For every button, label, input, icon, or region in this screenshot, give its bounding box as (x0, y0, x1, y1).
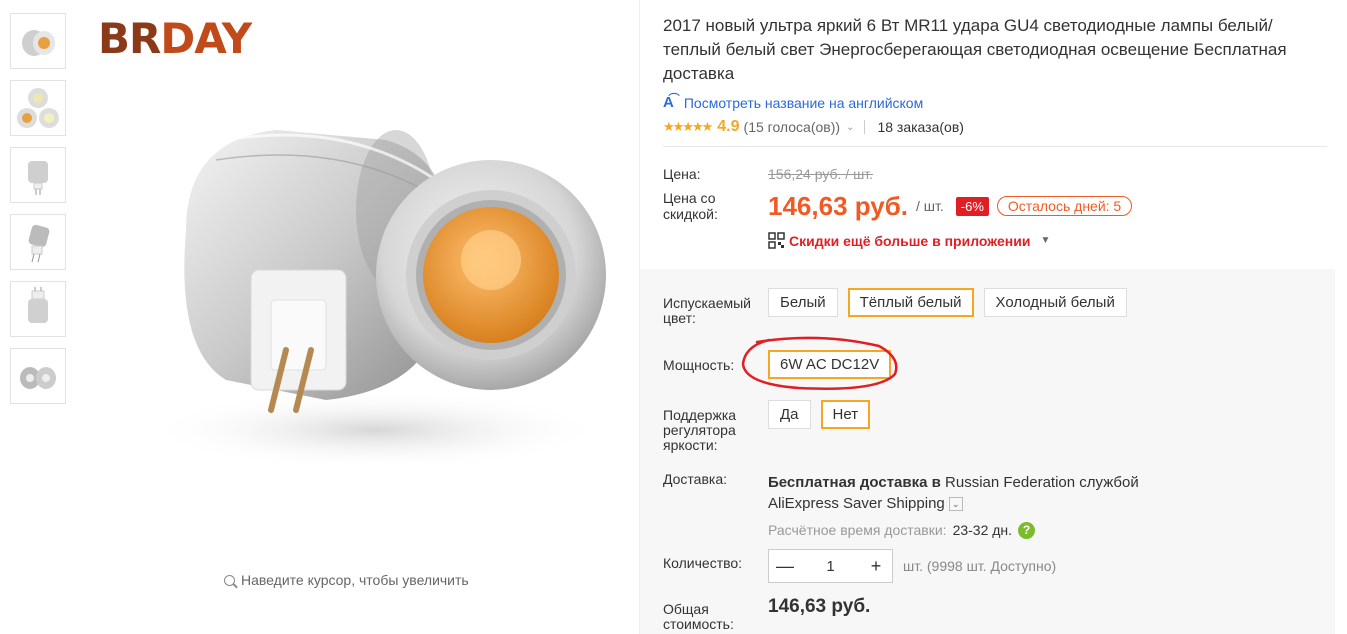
chevron-down-icon[interactable]: ⌄ (948, 497, 963, 512)
total-label: Общая стоимость: (663, 601, 734, 632)
decrement-button[interactable]: — (769, 557, 801, 575)
dimmer-option-yes[interactable]: Да (768, 400, 811, 429)
led-lamp-image (146, 130, 606, 470)
divider (864, 120, 866, 134)
lamp-angle-thumbnail-image (28, 224, 50, 263)
chevron-down-icon[interactable]: ⌄ (846, 122, 854, 133)
color-option-white[interactable]: Белый (768, 288, 838, 317)
votes-link[interactable]: (15 голоса(ов)) (744, 119, 841, 135)
divider (663, 146, 1327, 147)
shipping-description: Бесплатная доставка в Russian Federation… (768, 474, 1139, 491)
product-info: 2017 новый ультра яркий 6 Вт MR11 удара … (640, 14, 1335, 634)
quantity-input[interactable] (801, 557, 860, 575)
thumbnail-3[interactable] (10, 147, 66, 203)
quantity-row: Количество: — + шт. (9998 шт. Доступно) (663, 549, 1313, 583)
main-product-image[interactable]: BRDAY Наведите курсор, чтобы увеличить (76, 0, 640, 634)
quantity-label: Количество: (663, 555, 743, 571)
app-promo[interactable]: Скидки ещё больше в приложении ▼ (768, 232, 1335, 249)
orders-count: 18 заказа(ов) (877, 119, 964, 135)
thumbnail-list (10, 13, 68, 415)
color-label: Испускаемый цвет: (663, 295, 751, 326)
shipping-service[interactable]: AliExpress Saver Shipping ⌄ (768, 493, 1188, 514)
price-block: Цена: 156,24 руб. / шт. Цена со скидкой: … (663, 166, 1335, 249)
red-circle-annotation (741, 336, 898, 390)
thumbnail-4[interactable] (10, 214, 66, 270)
lamp-trio-thumbnail-image (17, 88, 59, 128)
rating-row: ★★★★★ 4.9 (15 голоса(ов)) ⌄ 18 заказа(ов… (663, 118, 1335, 136)
color-option-cold-white[interactable]: Холодный белый (983, 288, 1127, 317)
thumbnail-6[interactable] (10, 348, 66, 404)
discount-badge: -6% (955, 196, 989, 216)
color-option-row: Испускаемый цвет: Белый Тёплый белый Холо… (663, 288, 1313, 326)
thumbnail-5[interactable] (10, 281, 66, 337)
total-price: 146,63 руб. (768, 596, 871, 617)
translate-link[interactable]: A͡ Посмотреть название на английском (663, 94, 1335, 111)
dimmer-option-no[interactable]: Нет (820, 400, 871, 429)
stock-available: шт. (9998 шт. Доступно) (903, 557, 1057, 574)
new-price-label: Цена со скидкой: (663, 190, 718, 222)
thumbnail-1[interactable] (10, 13, 66, 69)
shipping-label: Доставка: (663, 471, 728, 487)
shipping-row: Доставка: Бесплатная доставка в Russian … (663, 471, 1313, 539)
star-rating-icon: ★★★★★ (663, 119, 713, 134)
lamp-base-thumbnail-image (28, 287, 48, 323)
rating-score: 4.9 (717, 118, 740, 135)
help-icon[interactable]: ? (1018, 522, 1036, 539)
lamp-side-thumbnail-image (28, 161, 48, 195)
lamp-thumbnail-image (22, 30, 55, 56)
color-option-warm-white[interactable]: Тёплый белый (847, 288, 974, 317)
qr-code-icon (768, 232, 785, 249)
lamp-pair-thumbnail-image (20, 367, 56, 389)
caret-down-icon: ▼ (1040, 235, 1051, 246)
new-price: 146,63 руб. (768, 190, 909, 221)
per-unit: / шт. (916, 198, 944, 214)
dimmer-label: Поддержка регулятора яркости: (663, 407, 737, 453)
magnifier-icon (224, 574, 235, 586)
old-price-label: Цена: (663, 166, 701, 182)
dimmer-option-row: Поддержка регулятора яркости: Да Нет (663, 400, 1313, 453)
increment-button[interactable]: + (860, 557, 892, 575)
old-price: 156,24 руб. / шт. (768, 166, 874, 182)
days-left-badge: Осталось дней: 5 (996, 196, 1133, 216)
thumbnail-2[interactable] (10, 80, 66, 136)
product-title: 2017 новый ультра яркий 6 Вт MR11 удара … (663, 16, 1287, 83)
delivery-eta: Расчётное время доставки: 23-32 дн. ? (768, 520, 1188, 541)
brand-logo: BRDAY (98, 14, 252, 63)
zoom-hint: Наведите курсор, чтобы увеличить (224, 572, 469, 588)
options-panel: Испускаемый цвет: Белый Тёплый белый Холо… (640, 269, 1335, 634)
quantity-stepper: — + (768, 549, 893, 583)
total-row: Общая стоимость: 146,63 руб. (663, 596, 1313, 632)
power-option-row: Мощность: 6W AC DC12V (663, 336, 1313, 390)
translate-icon: A͡ (663, 94, 674, 111)
